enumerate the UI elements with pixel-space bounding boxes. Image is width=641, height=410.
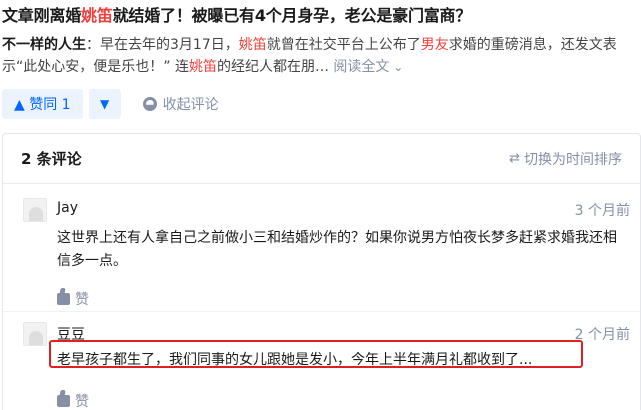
avatar[interactable] bbox=[23, 198, 47, 222]
excerpt-keyword: 男友 bbox=[420, 37, 449, 53]
sort-toggle-label: 切换为时间排序 bbox=[524, 151, 622, 168]
comment-icon bbox=[142, 97, 157, 111]
collapse-comments-button[interactable]: 收起评论 bbox=[142, 94, 219, 114]
comment-item: 豆豆 2 个月前 老早孩子都生了，我们同事的女儿跟她是发小，今年上半年满月礼都收… bbox=[3, 318, 640, 410]
action-bar: ▲ 赞同 1 ▼ 收起评论 bbox=[2, 89, 219, 119]
like-button[interactable]: 赞 bbox=[57, 391, 89, 410]
title-part-1: 文章刚离婚 bbox=[2, 6, 82, 25]
comment-time: 2 个月前 bbox=[574, 327, 630, 343]
comments-header: 2 条评论 ⇄ 切换为时间排序 bbox=[3, 134, 640, 184]
sort-toggle-button[interactable]: ⇄ 切换为时间排序 bbox=[509, 149, 622, 169]
title-part-2: 就结婚了！被曝已有4个月身孕，老公是豪门富商？ bbox=[112, 6, 472, 25]
read-more-link[interactable]: 阅读全文 bbox=[333, 59, 403, 75]
title-keyword: 姚笛 bbox=[81, 6, 113, 25]
comment-text: 这世界上还有人拿自己之前做小三和结婚炒作的？如果你说男方怕夜长梦多赶紧求婚我还相… bbox=[57, 230, 617, 269]
excerpt-keyword: 姚笛 bbox=[238, 37, 267, 53]
thumbs-up-icon bbox=[57, 395, 70, 407]
article-excerpt[interactable]: 不一样的人生：早在去年的3月17日，姚笛就曾在社交平台上公布了男友求婚的重磅消息… bbox=[2, 34, 638, 78]
collapse-comments-label: 收起评论 bbox=[162, 97, 219, 113]
like-label: 赞 bbox=[75, 394, 89, 410]
excerpt-text: 就曾在社交平台上公布了 bbox=[266, 37, 421, 53]
comments-panel: 2 条评论 ⇄ 切换为时间排序 Jay 3 个月前 这世界上还有人拿自己之前做小… bbox=[2, 133, 641, 410]
comment-item: Jay 3 个月前 这世界上还有人拿自己之前做小三和结婚炒作的？如果你说男方怕夜… bbox=[3, 194, 640, 312]
excerpt-separator: ： bbox=[86, 37, 100, 53]
comments-count: 2 条评论 bbox=[21, 150, 82, 168]
annotation-highlight-box bbox=[49, 340, 583, 368]
like-button[interactable]: 赞 bbox=[57, 289, 89, 309]
vote-down-button[interactable]: ▼ bbox=[88, 89, 121, 119]
vote-up-button[interactable]: ▲ 赞同 1 bbox=[2, 89, 83, 119]
excerpt-text: 的经纪人都在朋… bbox=[216, 59, 334, 75]
excerpt-author: 不一样的人生 bbox=[2, 37, 86, 53]
excerpt-text: 早在去年的3月17日， bbox=[100, 37, 239, 53]
comment-username[interactable]: Jay bbox=[57, 200, 78, 216]
switch-icon: ⇄ bbox=[509, 151, 520, 166]
article-title[interactable]: 文章刚离婚姚笛就结婚了！被曝已有4个月身孕，老公是豪门富商？ bbox=[2, 2, 471, 26]
excerpt-keyword: 姚笛 bbox=[188, 59, 217, 75]
comment-time: 3 个月前 bbox=[574, 203, 630, 219]
avatar[interactable] bbox=[23, 322, 47, 346]
like-label: 赞 bbox=[75, 292, 89, 308]
thumbs-up-icon bbox=[57, 293, 70, 305]
